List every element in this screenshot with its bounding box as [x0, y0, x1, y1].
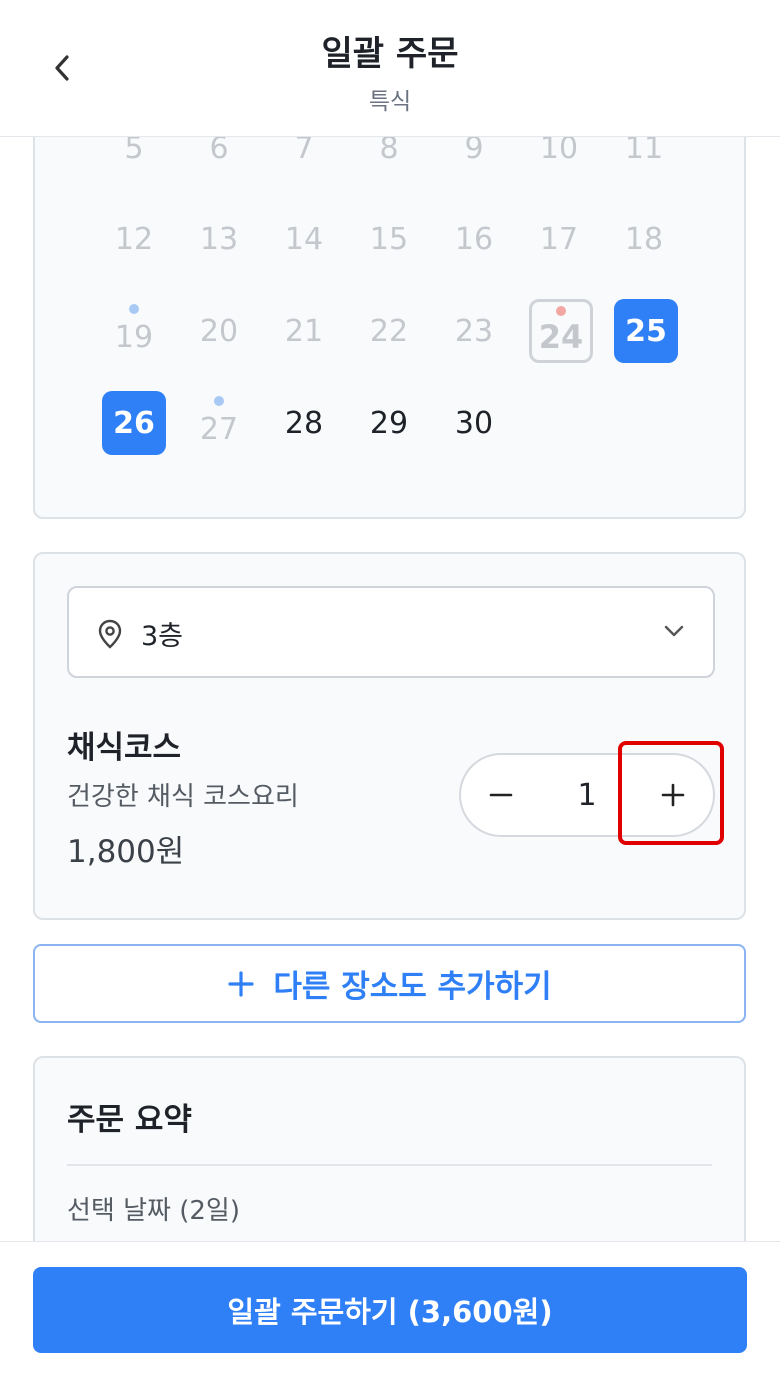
calendar-day-selected[interactable]: 25 — [614, 299, 678, 363]
calendar-day: 19 — [102, 299, 166, 363]
calendar-day: 10 — [539, 137, 579, 166]
minus-icon — [489, 793, 513, 797]
order-dot-marker — [214, 396, 224, 406]
calendar-day: 17 — [539, 221, 579, 257]
increase-quantity-button[interactable] — [633, 755, 713, 835]
calendar-day: 22 — [369, 313, 409, 349]
quantity-value: 1 — [577, 777, 597, 813]
add-location-button[interactable]: 다른 장소도 추가하기 — [33, 944, 746, 1023]
quantity-stepper: 1 — [459, 753, 715, 837]
summary-selected-dates: 선택 날짜 (2일) — [67, 1196, 240, 1226]
calendar-day: 11 — [624, 137, 664, 166]
calendar-day: 12 — [114, 221, 154, 257]
order-dot-marker — [129, 304, 139, 314]
today-dot-marker — [556, 306, 566, 316]
add-location-label: 다른 장소도 추가하기 — [273, 969, 552, 1005]
calendar-day: 21 — [284, 313, 324, 349]
summary-divider — [67, 1164, 712, 1166]
calendar-day: 14 — [284, 221, 324, 257]
calendar-day: 5 — [124, 137, 144, 166]
chevron-down-icon — [664, 625, 684, 637]
calendar-day-selected[interactable]: 26 — [102, 391, 166, 455]
calendar-day-available[interactable]: 28 — [272, 391, 336, 455]
plus-icon — [228, 970, 254, 997]
calendar-day: 27 — [187, 391, 251, 455]
calendar-card: 5 6 7 8 9 10 11 12 13 14 15 16 17 18 19 … — [33, 137, 746, 519]
location-pin-icon — [98, 619, 122, 649]
summary-title: 주문 요약 — [67, 1102, 192, 1138]
calendar-day: 16 — [454, 221, 494, 257]
calendar-day: 9 — [464, 137, 484, 166]
bulk-order-button[interactable]: 일괄 주문하기 (3,600원) — [33, 1267, 747, 1353]
calendar-day-number: 19 — [114, 319, 154, 355]
page-subtitle: 특식 — [368, 89, 412, 115]
plus-icon — [661, 783, 685, 807]
calendar-day-number: 24 — [538, 318, 584, 356]
page-title: 일괄 주문 — [321, 34, 459, 74]
calendar-day: 15 — [369, 221, 409, 257]
menu-name: 채식코스 — [67, 730, 182, 766]
calendar-day: 20 — [199, 313, 239, 349]
calendar-day: 8 — [379, 137, 399, 166]
location-select[interactable]: 3층 — [67, 586, 715, 678]
decrease-quantity-button[interactable] — [461, 755, 541, 835]
calendar-day-available[interactable]: 30 — [442, 391, 506, 455]
location-select-value: 3층 — [141, 621, 184, 652]
calendar-day-today: 24 — [529, 299, 593, 363]
location-order-card: 3층 채식코스 건강한 채식 코스요리 1,800원 1 — [33, 552, 746, 920]
calendar-day: 23 — [454, 313, 494, 349]
menu-description: 건강한 채식 코스요리 — [67, 782, 299, 812]
calendar-day-number: 27 — [199, 411, 239, 447]
bottom-action-bar: 일괄 주문하기 (3,600원) — [0, 1241, 780, 1387]
calendar-day-available[interactable]: 29 — [357, 391, 421, 455]
app-header: 일괄 주문 특식 — [0, 0, 780, 137]
menu-price: 1,800원 — [67, 834, 185, 870]
order-summary-card: 주문 요약 선택 날짜 (2일) — [33, 1056, 746, 1241]
content-scroll-area[interactable]: 5 6 7 8 9 10 11 12 13 14 15 16 17 18 19 … — [0, 137, 780, 1241]
calendar-day: 18 — [624, 221, 664, 257]
calendar-day: 6 — [209, 137, 229, 166]
calendar-day: 7 — [294, 137, 314, 166]
calendar-day: 13 — [199, 221, 239, 257]
